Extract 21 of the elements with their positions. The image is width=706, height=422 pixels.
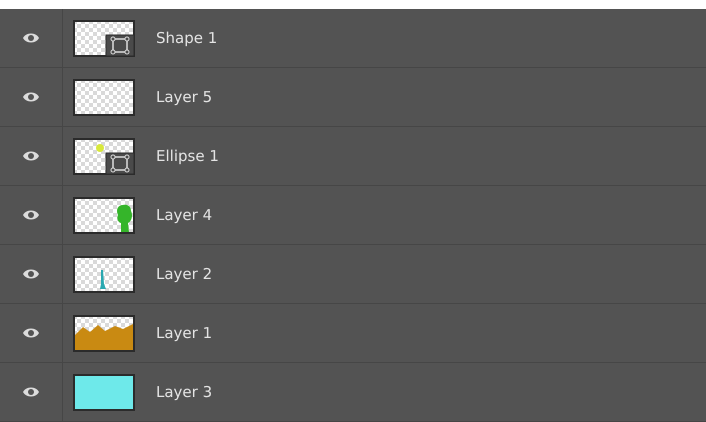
eye-icon[interactable] (22, 91, 40, 103)
layer-name[interactable]: Layer 1 (156, 322, 212, 344)
layer-thumbnail (73, 78, 135, 116)
eye-icon[interactable] (22, 327, 40, 339)
eye-icon[interactable] (22, 32, 40, 44)
layer-name[interactable]: Layer 5 (156, 86, 212, 108)
layer-thumbnail (73, 196, 135, 234)
layer-name[interactable]: Shape 1 (156, 26, 218, 50)
layer-thumbnail (73, 374, 135, 410)
eye-icon[interactable] (22, 386, 40, 398)
layer-thumbnail (73, 20, 135, 56)
layer-thumbnail (73, 138, 135, 174)
layer-thumbnail (73, 314, 135, 352)
layer-name[interactable]: Ellipse 1 (156, 144, 219, 168)
eye-icon[interactable] (22, 268, 40, 280)
eye-icon[interactable] (22, 150, 40, 162)
layer-thumbnail (73, 256, 135, 292)
layer-name[interactable]: Layer 2 (156, 262, 212, 286)
eye-icon[interactable] (22, 209, 40, 221)
layer-name[interactable]: Layer 4 (156, 204, 212, 226)
layer-name[interactable]: Layer 3 (156, 380, 212, 404)
